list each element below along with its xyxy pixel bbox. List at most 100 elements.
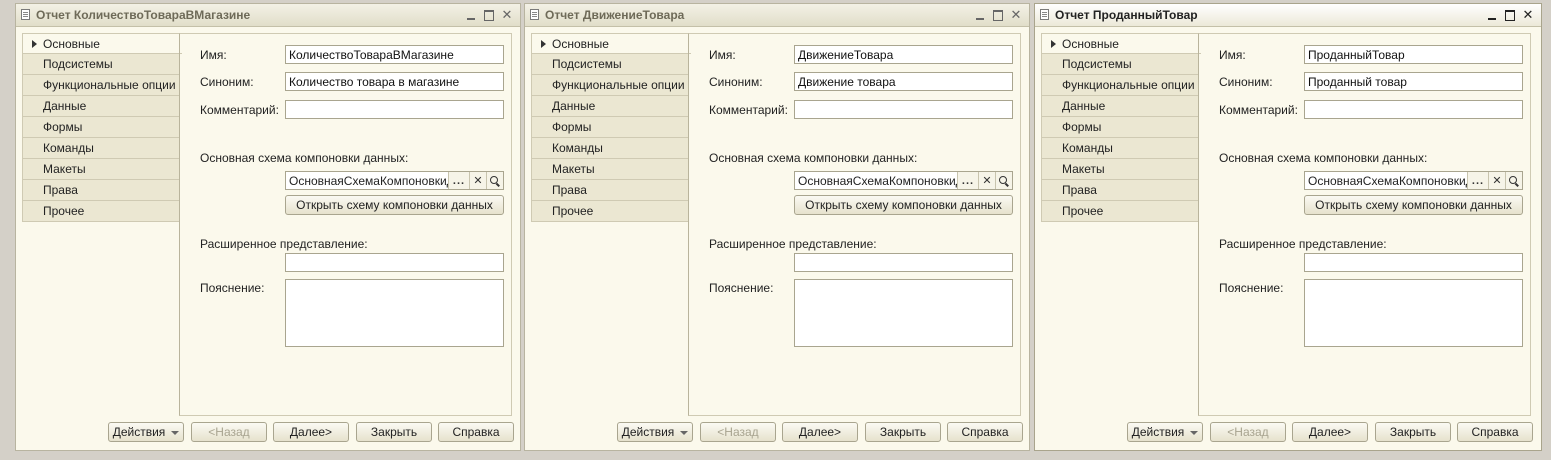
actions-button[interactable]: Действия — [617, 422, 693, 442]
name-field[interactable]: ДвижениеТовара — [794, 45, 1013, 64]
nav-item-subsystems[interactable]: Подсистемы — [531, 54, 689, 75]
window-titlebar[interactable]: Отчет ПроданныйТовар ✕ — [1035, 4, 1541, 27]
synonym-label: Синоним: — [709, 75, 763, 89]
schema-value: ОсновнаяСхемаКомпоновкиДанн — [798, 174, 957, 188]
extended-field[interactable] — [1304, 253, 1523, 272]
nav-item-rights[interactable]: Права — [531, 180, 689, 201]
chevron-down-icon — [680, 430, 689, 435]
select-button[interactable]: ... — [1467, 172, 1488, 189]
nav-item-forms[interactable]: Формы — [22, 117, 180, 138]
selected-arrow-icon — [541, 40, 546, 48]
actions-button[interactable]: Действия — [1127, 422, 1203, 442]
clear-icon[interactable]: ✕ — [1488, 172, 1505, 189]
actions-button[interactable]: Действия — [108, 422, 184, 442]
maximize-icon[interactable] — [1501, 6, 1519, 24]
window-title: Отчет ПроданныйТовар — [1055, 8, 1198, 22]
nav-item-rights[interactable]: Права — [22, 180, 180, 201]
minimize-icon[interactable] — [462, 6, 480, 24]
help-button[interactable]: Справка — [438, 422, 514, 442]
select-button[interactable]: ... — [957, 172, 978, 189]
name-field[interactable]: ПроданныйТовар — [1304, 45, 1523, 64]
select-button[interactable]: ... — [448, 172, 469, 189]
nav-item-other[interactable]: Прочее — [22, 201, 180, 222]
explanation-field[interactable] — [285, 279, 504, 347]
report-window-2: Отчет ДвижениеТовара ✕ Основные Подсисте… — [524, 3, 1030, 451]
explanation-field[interactable] — [794, 279, 1013, 347]
next-button[interactable]: Далее> — [1292, 422, 1368, 442]
nav-item-data[interactable]: Данные — [1041, 96, 1199, 117]
nav-item-other[interactable]: Прочее — [531, 201, 689, 222]
help-button[interactable]: Справка — [1457, 422, 1533, 442]
window-titlebar[interactable]: Отчет ДвижениеТовара ✕ — [525, 4, 1029, 27]
minimize-icon[interactable] — [971, 6, 989, 24]
comment-field[interactable] — [794, 100, 1013, 119]
nav-item-commands[interactable]: Команды — [1041, 138, 1199, 159]
schema-field[interactable]: ОсновнаяСхемаКомпоновкиДанн ... ✕ — [285, 171, 504, 190]
open-schema-button[interactable]: Открыть схему компоновки данных — [794, 195, 1013, 215]
close-button[interactable]: Закрыть — [865, 422, 941, 442]
synonym-field[interactable]: Количество товара в магазине — [285, 72, 504, 91]
nav-item-label: Права — [1062, 183, 1097, 197]
extended-field[interactable] — [794, 253, 1013, 272]
nav-item-label: Команды — [1062, 141, 1113, 155]
explanation-label: Пояснение: — [709, 281, 774, 295]
schema-field[interactable]: ОсновнаяСхемаКомпоновкиДанн ... ✕ — [1304, 171, 1523, 190]
comment-field[interactable] — [285, 100, 504, 119]
nav-item-functional-options[interactable]: Функциональные опции — [22, 75, 180, 96]
nav-item-functional-options[interactable]: Функциональные опции — [1041, 75, 1199, 96]
nav-item-commands[interactable]: Команды — [22, 138, 180, 159]
help-button[interactable]: Справка — [947, 422, 1023, 442]
nav-item-templates[interactable]: Макеты — [1041, 159, 1199, 180]
next-button[interactable]: Далее> — [782, 422, 858, 442]
nav-item-templates[interactable]: Макеты — [22, 159, 180, 180]
nav-item-forms[interactable]: Формы — [531, 117, 689, 138]
schema-field[interactable]: ОсновнаяСхемаКомпоновкиДанн ... ✕ — [794, 171, 1013, 190]
search-icon[interactable] — [1505, 172, 1522, 189]
schema-label: Основная схема компоновки данных: — [1219, 151, 1428, 165]
nav-item-rights[interactable]: Права — [1041, 180, 1199, 201]
nav-item-label: Функциональные опции — [43, 78, 176, 92]
next-button[interactable]: Далее> — [273, 422, 349, 442]
nav-item-label: Команды — [43, 141, 94, 155]
nav-item-label: Формы — [1062, 120, 1102, 134]
sections-nav: Основные Подсистемы Функциональные опции… — [22, 33, 182, 222]
close-icon[interactable]: ✕ — [498, 6, 516, 24]
close-icon[interactable]: ✕ — [1007, 6, 1025, 24]
nav-item-templates[interactable]: Макеты — [531, 159, 689, 180]
explanation-field[interactable] — [1304, 279, 1523, 347]
minimize-icon[interactable] — [1483, 6, 1501, 24]
nav-item-main[interactable]: Основные — [531, 33, 691, 54]
search-icon[interactable] — [995, 172, 1012, 189]
synonym-field[interactable]: Движение товара — [794, 72, 1013, 91]
open-schema-button[interactable]: Открыть схему компоновки данных — [1304, 195, 1523, 215]
nav-item-subsystems[interactable]: Подсистемы — [1041, 54, 1199, 75]
nav-item-main[interactable]: Основные — [22, 33, 182, 54]
nav-item-data[interactable]: Данные — [22, 96, 180, 117]
report-window-1: Отчет КоличествоТовараВМагазине ✕ Основн… — [15, 3, 521, 451]
back-button[interactable]: <Назад — [191, 422, 267, 442]
nav-item-other[interactable]: Прочее — [1041, 201, 1199, 222]
maximize-icon[interactable] — [480, 6, 498, 24]
back-button[interactable]: <Назад — [1210, 422, 1286, 442]
open-schema-button[interactable]: Открыть схему компоновки данных — [285, 195, 504, 215]
nav-item-forms[interactable]: Формы — [1041, 117, 1199, 138]
nav-item-main[interactable]: Основные — [1041, 33, 1201, 54]
nav-item-subsystems[interactable]: Подсистемы — [22, 54, 180, 75]
window-titlebar[interactable]: Отчет КоличествоТовараВМагазине ✕ — [16, 4, 520, 27]
close-button[interactable]: Закрыть — [356, 422, 432, 442]
comment-field[interactable] — [1304, 100, 1523, 119]
synonym-field[interactable]: Проданный товар — [1304, 72, 1523, 91]
comment-label: Комментарий: — [709, 103, 788, 117]
clear-icon[interactable]: ✕ — [469, 172, 486, 189]
name-field[interactable]: КоличествоТовараВМагазине — [285, 45, 504, 64]
extended-field[interactable] — [285, 253, 504, 272]
back-button[interactable]: <Назад — [700, 422, 776, 442]
search-icon[interactable] — [486, 172, 503, 189]
nav-item-data[interactable]: Данные — [531, 96, 689, 117]
nav-item-functional-options[interactable]: Функциональные опции — [531, 75, 689, 96]
clear-icon[interactable]: ✕ — [978, 172, 995, 189]
close-button[interactable]: Закрыть — [1375, 422, 1451, 442]
nav-item-commands[interactable]: Команды — [531, 138, 689, 159]
maximize-icon[interactable] — [989, 6, 1007, 24]
close-icon[interactable]: ✕ — [1519, 6, 1537, 24]
